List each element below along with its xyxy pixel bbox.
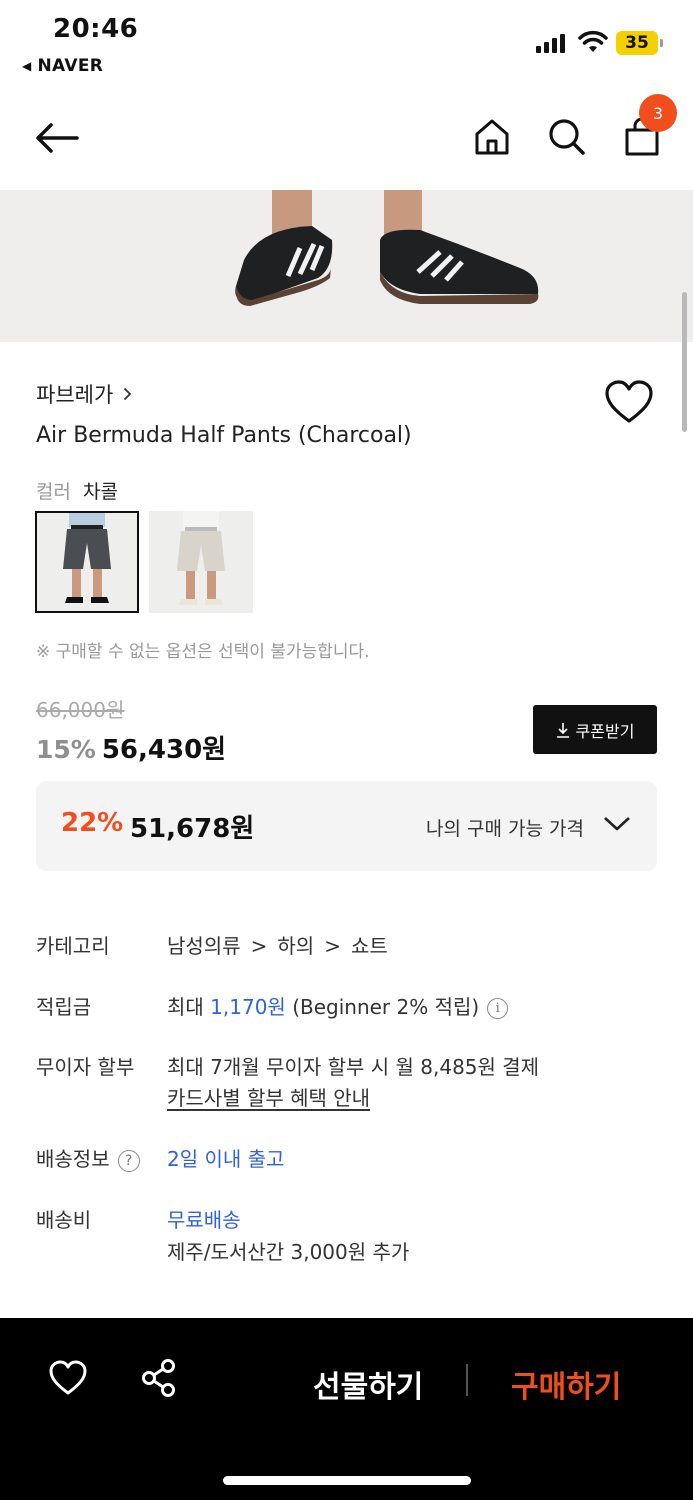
top-nav-bar — [0, 90, 693, 190]
back-app-label: NAVER — [37, 56, 104, 76]
color-label: 컬러 — [36, 481, 71, 503]
breadcrumb-separator-icon: > — [250, 934, 268, 958]
download-icon — [556, 722, 569, 738]
points-prefix: 최대 — [167, 995, 204, 1019]
option-notice: ※ 구매할 수 없는 옵션은 선택이 불가능합니다. — [36, 642, 370, 662]
bottom-action-bar: 선물하기 구매하기 — [0, 1318, 693, 1500]
battery-indicator: 35 — [616, 31, 663, 55]
status-time: 20:46 — [53, 14, 139, 44]
points-suffix: (Beginner 2% 적립) — [292, 995, 480, 1019]
breadcrumb-separator-icon: > — [324, 934, 341, 958]
my-price-label: 나의 구매 가능 가격 — [426, 818, 584, 840]
delivery-info-label: 배송정보? — [36, 1143, 140, 1172]
coupon-button-label: 쿠폰받기 — [575, 721, 635, 741]
category-breadcrumb: 남성의류 > 하의 > 쇼트 — [167, 930, 388, 959]
my-discount-percent: 22% — [61, 808, 124, 838]
sale-price: 56,430원 — [101, 735, 227, 765]
delivery-label-text: 배송정보 — [36, 1147, 110, 1171]
page-scrollbar[interactable] — [682, 292, 687, 432]
shipping-fee-value: 무료배송 — [167, 1208, 241, 1232]
product-title: Air Bermuda Half Pants (Charcoal) — [36, 423, 412, 448]
cart-count-badge: 3 — [639, 94, 677, 132]
wifi-icon — [578, 30, 608, 52]
points-label: 적립금 — [36, 995, 92, 1019]
chevron-right-icon — [124, 387, 132, 401]
original-price: 66,000원 — [36, 698, 125, 722]
bottom-bar-divider — [466, 1364, 468, 1396]
my-price-amount: 51,678원 — [130, 814, 255, 844]
wishlist-heart-icon[interactable] — [604, 380, 654, 428]
color-value: 차콜 — [82, 481, 118, 503]
search-icon[interactable] — [547, 117, 587, 157]
status-bar: 20:46 ◀ NAVER 35 — [0, 0, 693, 90]
category-level-3[interactable]: 쇼트 — [351, 934, 388, 958]
help-icon[interactable]: ? — [117, 1149, 140, 1172]
points-amount: 1,170원 — [210, 995, 286, 1019]
my-price-panel[interactable]: 22% 51,678원 나의 구매 가능 가격 — [36, 781, 657, 871]
share-icon[interactable] — [140, 1358, 178, 1402]
shipping-fee-label: 배송비 — [36, 1208, 92, 1232]
points-value: 최대 1,170원 (Beginner 2% 적립) i — [167, 991, 509, 1020]
back-arrow-icon[interactable] — [34, 120, 80, 156]
category-level-1[interactable]: 남성의류 — [167, 934, 241, 958]
color-swatch-charcoal[interactable] — [35, 511, 139, 613]
buy-button[interactable]: 구매하기 — [511, 1362, 621, 1406]
category-label: 카테고리 — [36, 934, 110, 958]
home-indicator[interactable] — [223, 1476, 471, 1485]
category-level-2[interactable]: 하의 — [277, 934, 314, 958]
color-option-row: 컬러 차콜 — [36, 477, 118, 504]
shipping-fee-note: 제주/도서산간 3,000원 추가 — [167, 1240, 410, 1264]
installment-text: 최대 7개월 무이자 할부 시 월 8,485원 결제 — [167, 1055, 540, 1079]
coupon-download-button[interactable]: 쿠폰받기 — [533, 705, 657, 754]
sale-price-line: 15% 56,430원 — [36, 729, 226, 766]
discount-percent: 15% — [36, 735, 96, 764]
color-swatch-beige[interactable] — [149, 511, 253, 613]
delivery-value: 2일 이내 출고 — [167, 1147, 285, 1171]
brand-link[interactable]: 파브레가 — [36, 379, 132, 409]
info-icon[interactable]: i — [487, 998, 509, 1019]
installment-label: 무이자 할부 — [36, 1055, 135, 1079]
installment-benefit-link[interactable]: 카드사별 할부 혜택 안내 — [167, 1082, 370, 1111]
brand-name: 파브레가 — [36, 383, 114, 407]
back-to-app-link[interactable]: ◀ NAVER — [22, 56, 103, 76]
back-triangle-icon: ◀ — [22, 59, 32, 73]
cellular-signal-icon — [536, 33, 565, 53]
heart-icon[interactable] — [48, 1360, 88, 1400]
home-icon[interactable] — [472, 117, 512, 157]
gift-button[interactable]: 선물하기 — [313, 1362, 423, 1406]
product-main-image[interactable] — [0, 190, 693, 342]
chevron-down-icon — [604, 817, 630, 831]
